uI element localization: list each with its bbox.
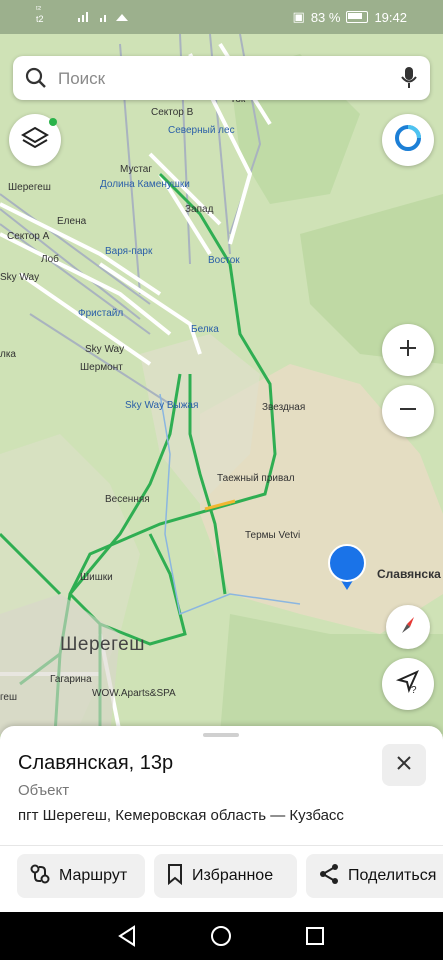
map-label: Шерегеш: [60, 634, 145, 655]
bookmark-icon: [166, 863, 184, 890]
share-icon: [318, 863, 340, 890]
map-label: Термы Vetvi: [245, 530, 301, 541]
map-label: Sky Way: [0, 272, 40, 283]
map-label: Sky Way Выжая: [125, 400, 199, 411]
map-label: Сектор В: [151, 107, 194, 118]
place-card: Славянская, 13р Объект пгт Шерегеш, Кеме…: [0, 726, 443, 912]
favorites-label: Избранное: [192, 867, 274, 884]
assistant-icon: [394, 124, 422, 157]
place-title: Славянская, 13р: [18, 752, 174, 774]
favorites-button[interactable]: Избранное: [154, 854, 297, 898]
nfc-icon: ▣: [292, 9, 305, 24]
map-view[interactable]: Сектор В Северный лес Мустаг Долина Каме…: [0, 34, 443, 734]
map-label: Весенняя: [105, 494, 150, 505]
compass-icon: [396, 613, 420, 642]
map-label: Славянска: [377, 567, 441, 581]
close-icon: [396, 755, 412, 776]
map-label: Долина Каменушки: [100, 179, 190, 190]
sim1-label: ᵗ²: [36, 4, 41, 14]
map-label: Северный лес: [168, 125, 235, 136]
svg-text:?: ?: [411, 685, 417, 695]
map-label: Шерегеш: [8, 182, 51, 193]
minus-icon: [398, 399, 418, 424]
map-label: Фристайл: [78, 308, 124, 319]
close-button[interactable]: [382, 744, 426, 786]
place-type: Объект: [18, 782, 70, 799]
map-label: геш: [0, 692, 18, 703]
route-button[interactable]: Маршрут: [17, 854, 145, 898]
map-label: Таежный привал: [217, 473, 295, 484]
sim-indicator: ᵗ² t2: [36, 4, 44, 24]
map-label: Белка: [191, 324, 219, 335]
battery-percent: 83 %: [310, 9, 341, 25]
place-address: пгт Шерегеш, Кемеровская область — Кузба…: [18, 807, 344, 824]
route-icon: [29, 863, 51, 890]
divider: [0, 845, 443, 846]
layers-icon: [21, 126, 49, 155]
map-label: лка: [0, 349, 16, 360]
map-label: Шермонт: [80, 362, 123, 373]
assistant-button[interactable]: [382, 114, 434, 166]
map-label: Sky Way: [85, 344, 125, 355]
map-label: Лоб: [41, 254, 59, 265]
system-nav-bar: [0, 912, 443, 960]
zoom-in-button[interactable]: [382, 324, 434, 376]
map-label: Елена: [57, 216, 87, 227]
location-arrow-icon: ?: [395, 669, 421, 700]
plus-icon: [398, 338, 418, 363]
signal-icon: [78, 10, 128, 27]
search-icon: [25, 67, 47, 94]
status-bar: ᵗ² t2 ▣ 83 % 19:42: [0, 0, 443, 34]
search-placeholder[interactable]: Поиск: [58, 69, 105, 89]
map-label: WOW.Aparts&SPA: [92, 688, 176, 699]
route-label: Маршрут: [59, 867, 128, 884]
share-button[interactable]: Поделиться: [306, 854, 443, 898]
map-label: Сектор А: [7, 231, 50, 242]
back-icon[interactable]: [116, 925, 138, 952]
sim2-label: t2: [36, 14, 44, 24]
share-label: Поделиться: [348, 867, 437, 884]
battery-icon: [346, 11, 369, 23]
compass-button[interactable]: [386, 605, 430, 649]
map-label: Мустаг: [120, 164, 153, 175]
map-label: Гагарина: [50, 674, 92, 685]
home-icon[interactable]: [210, 925, 232, 952]
map-label: Запад: [185, 204, 214, 215]
clock: 19:42: [374, 9, 407, 25]
map-label: Восток: [208, 255, 240, 266]
sheet-handle[interactable]: [203, 733, 239, 737]
layers-status-dot: [49, 118, 57, 126]
microphone-icon[interactable]: [401, 66, 417, 95]
map-label: Шишки: [80, 572, 113, 583]
recents-icon[interactable]: [305, 926, 325, 951]
map-label: Звездная: [262, 402, 306, 413]
map-canvas: [0, 34, 443, 734]
search-bar[interactable]: Поиск: [13, 56, 430, 100]
zoom-out-button[interactable]: [382, 385, 434, 437]
map-label: Варя-парк: [105, 246, 153, 257]
my-location-button[interactable]: ?: [382, 658, 434, 710]
